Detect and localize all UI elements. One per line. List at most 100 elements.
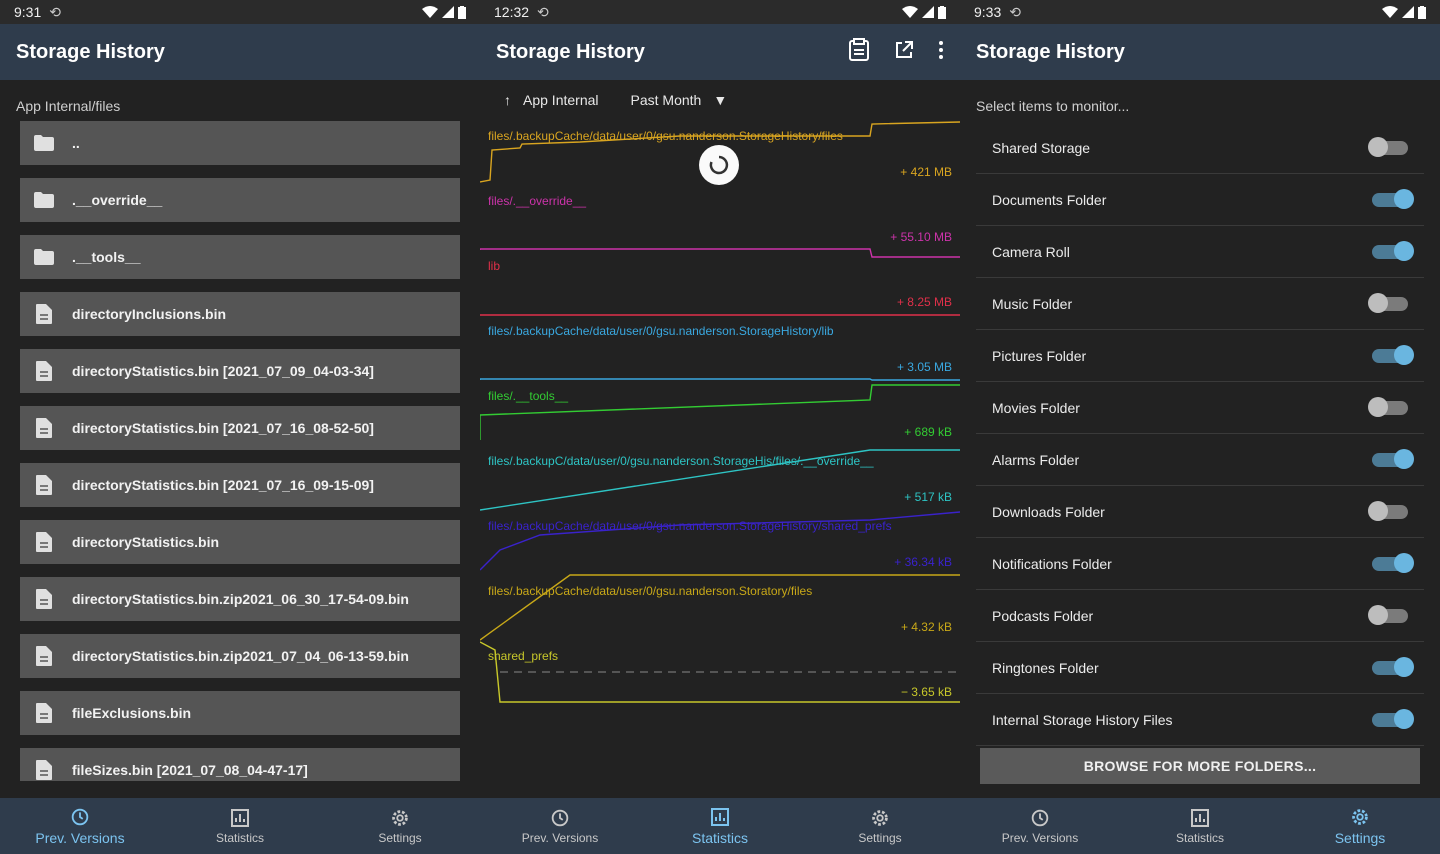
monitor-item[interactable]: Downloads Folder [976, 486, 1424, 538]
list-item[interactable]: fileExclusions.bin [20, 691, 460, 735]
file-icon [34, 532, 54, 552]
list-item[interactable]: .__override__ [20, 178, 460, 222]
screen-statistics: 12:32 ⟲ Storage History ↑ App Internal P… [480, 0, 960, 854]
series-label: files/.backupCache/data/user/0/gsu.nande… [488, 129, 843, 143]
list-item[interactable]: .. [20, 121, 460, 165]
arrow-up-icon[interactable]: ↑ [504, 92, 511, 108]
nav-settings[interactable]: Settings [800, 798, 960, 854]
battery-icon [458, 5, 466, 19]
monitor-item[interactable]: Shared Storage [976, 122, 1424, 174]
toggle-knob [1394, 448, 1414, 469]
nav-settings[interactable]: Settings [1280, 798, 1440, 854]
monitor-item[interactable]: Internal Storage History Files [976, 694, 1424, 746]
folder-icon [34, 133, 54, 153]
filter-bar: ↑ App Internal Past Month ▼ [480, 80, 960, 120]
signal-icon [922, 6, 934, 18]
wifi-icon [902, 6, 918, 18]
toggle-knob [1394, 188, 1414, 209]
series-line [480, 248, 960, 258]
file-list[interactable]: .. .__override__ .__tools__ directoryInclus… [0, 121, 480, 781]
series-label: shared_prefs [488, 649, 558, 663]
monitor-item[interactable]: Music Folder [976, 278, 1424, 330]
monitor-item-label: Camera Roll [992, 243, 1070, 260]
file-icon [34, 418, 54, 438]
loading-spinner [699, 145, 739, 185]
more-options-icon[interactable] [938, 40, 944, 64]
chevron-down-icon[interactable]: ▼ [713, 92, 727, 108]
app-bar: Storage History [0, 24, 480, 80]
monitor-list: Shared Storage Documents Folder Camera Rol… [960, 122, 1440, 746]
list-item[interactable]: .__tools__ [20, 235, 460, 279]
page-title: Storage History [16, 40, 165, 63]
range-filter[interactable]: Past Month [631, 92, 702, 108]
nav-label: Statistics [691, 830, 748, 846]
monitor-item-label: Movies Folder [992, 399, 1080, 416]
monitor-prompt: Select items to monitor... [976, 98, 1130, 114]
file-name: directoryStatistics.bin [72, 534, 220, 550]
file-icon [34, 760, 54, 780]
status-time: 9:31 [14, 4, 42, 20]
monitor-toggle[interactable] [1372, 656, 1414, 677]
monitor-item[interactable]: Pictures Folder [976, 330, 1424, 382]
series-delta: + 517 kB [904, 490, 952, 504]
status-bar: 9:33 ⟲ [960, 0, 1440, 24]
bottom-nav: Prev. Versions Statistics Settings [0, 798, 480, 854]
chart-panel: files/.backupCache/data/user/0/gsu.nande… [480, 511, 960, 571]
monitor-toggle[interactable] [1368, 500, 1408, 521]
battery-icon [1418, 5, 1426, 19]
list-item[interactable]: directoryStatistics.bin [2021_07_09_04-0… [20, 349, 460, 393]
open-external-icon[interactable] [894, 40, 914, 65]
bottom-nav: Prev. Versions Statistics Settings [480, 798, 960, 854]
monitor-item[interactable]: Camera Roll [976, 226, 1424, 278]
monitor-item[interactable]: Movies Folder [976, 382, 1424, 434]
series-label: files/.backupCache/data/user/0/gsu.nande… [488, 584, 812, 598]
list-item[interactable]: directoryStatistics.bin [20, 520, 460, 564]
save-report-icon[interactable] [848, 37, 870, 67]
series-delta: + 3.05 MB [897, 360, 952, 374]
sync-icon: ⟲ [1009, 3, 1021, 20]
monitor-item[interactable]: Podcasts Folder [976, 590, 1424, 642]
file-name: .__tools__ [72, 249, 141, 265]
monitor-item[interactable]: Notifications Folder [976, 538, 1424, 590]
gear-icon [389, 807, 411, 829]
nav-statistics[interactable]: Statistics [1120, 798, 1280, 854]
nav-prev-versions[interactable]: Prev. Versions [0, 798, 160, 854]
toggle-knob [1394, 552, 1414, 573]
monitor-toggle[interactable] [1372, 708, 1414, 729]
browse-folders-button[interactable]: BROWSE FOR MORE FOLDERS... [980, 748, 1420, 784]
nav-prev-versions[interactable]: Prev. Versions [480, 798, 640, 854]
nav-statistics[interactable]: Statistics [160, 798, 320, 854]
list-item[interactable]: directoryStatistics.bin [2021_07_16_08-5… [20, 406, 460, 450]
monitor-toggle[interactable] [1368, 292, 1408, 313]
nav-settings[interactable]: Settings [320, 798, 480, 854]
monitor-toggle[interactable] [1372, 552, 1414, 573]
folder-icon [34, 247, 54, 267]
storage-charts: files/.backupCache/data/user/0/gsu.nande… [480, 121, 960, 703]
list-item[interactable]: directoryStatistics.bin.zip2021_07_04_06… [20, 634, 460, 678]
list-item[interactable]: directoryStatistics.bin.zip2021_06_30_17… [20, 577, 460, 621]
wifi-icon [1382, 6, 1398, 18]
monitor-toggle[interactable] [1372, 344, 1414, 365]
monitor-item[interactable]: Alarms Folder [976, 434, 1424, 486]
monitor-item[interactable]: Ringtones Folder [976, 642, 1424, 694]
list-item[interactable]: directoryStatistics.bin [2021_07_16_09-1… [20, 463, 460, 507]
file-name: directoryStatistics.bin [2021_07_09_04-0… [72, 363, 374, 379]
monitor-toggle[interactable] [1368, 396, 1408, 417]
file-name: directoryStatistics.bin [2021_07_16_08-5… [72, 420, 374, 436]
series-delta: + 4.32 kB [901, 620, 952, 634]
list-item[interactable]: fileSizes.bin [2021_07_08_04-47-17] [20, 748, 460, 781]
monitor-toggle[interactable] [1368, 136, 1408, 157]
series-delta: − 3.65 kB [901, 685, 952, 699]
monitor-toggle[interactable] [1372, 188, 1414, 209]
list-item[interactable]: directoryInclusions.bin [20, 292, 460, 336]
toggle-knob [1368, 292, 1388, 313]
nav-statistics[interactable]: Statistics [640, 798, 800, 854]
monitor-toggle[interactable] [1372, 448, 1414, 469]
file-icon [34, 589, 54, 609]
monitor-toggle[interactable] [1372, 240, 1414, 261]
nav-label: Settings [378, 831, 422, 845]
monitor-toggle[interactable] [1368, 604, 1408, 625]
nav-prev-versions[interactable]: Prev. Versions [960, 798, 1120, 854]
monitor-item[interactable]: Documents Folder [976, 174, 1424, 226]
location-filter[interactable]: App Internal [523, 92, 599, 108]
